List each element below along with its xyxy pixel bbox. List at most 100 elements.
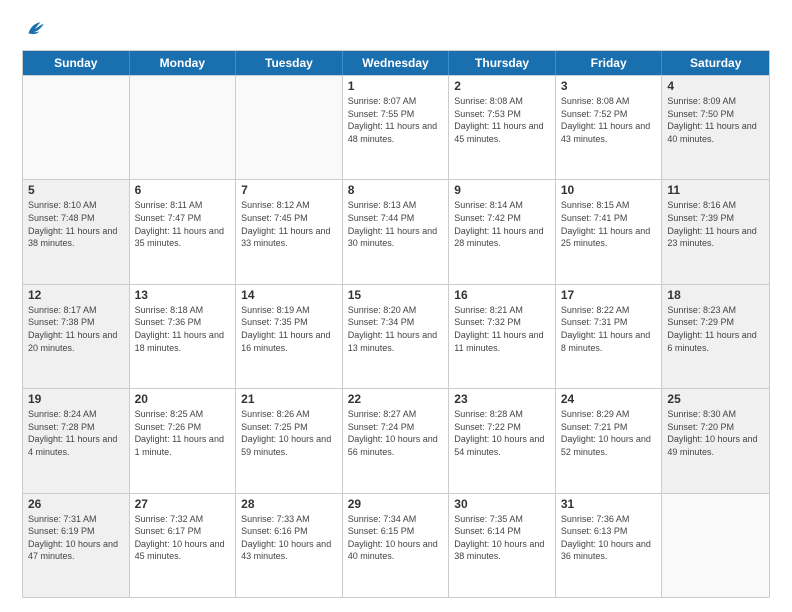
day-number: 31: [561, 497, 657, 511]
day-info: Sunrise: 8:07 AM Sunset: 7:55 PM Dayligh…: [348, 95, 444, 145]
calendar-header-row: SundayMondayTuesdayWednesdayThursdayFrid…: [23, 51, 769, 75]
cal-cell: 17 Sunrise: 8:22 AM Sunset: 7:31 PM Dayli…: [556, 285, 663, 388]
cal-cell: 11 Sunrise: 8:16 AM Sunset: 7:39 PM Dayli…: [662, 180, 769, 283]
day-number: 21: [241, 392, 337, 406]
cal-cell: 13Sunrise: 8:18 AM Sunset: 7:36 PM Dayli…: [130, 285, 237, 388]
day-number: 25: [667, 392, 764, 406]
day-info: Sunrise: 7:36 AM Sunset: 6:13 PM Dayligh…: [561, 513, 657, 563]
day-info: Sunrise: 8:20 AM Sunset: 7:34 PM Dayligh…: [348, 304, 444, 354]
cal-cell: 16 Sunrise: 8:21 AM Sunset: 7:32 PM Dayli…: [449, 285, 556, 388]
day-info: Sunrise: 8:30 AM Sunset: 7:20 PM Dayligh…: [667, 408, 764, 458]
day-info: Sunrise: 8:28 AM Sunset: 7:22 PM Dayligh…: [454, 408, 550, 458]
cal-cell: 30Sunrise: 7:35 AM Sunset: 6:14 PM Dayli…: [449, 494, 556, 597]
cal-header-saturday: Saturday: [662, 51, 769, 75]
cal-cell: 19 Sunrise: 8:24 AM Sunset: 7:28 PM Dayli…: [23, 389, 130, 492]
day-info: Sunrise: 8:29 AM Sunset: 7:21 PM Dayligh…: [561, 408, 657, 458]
day-number: 2: [454, 79, 550, 93]
day-info: Sunrise: 8:21 AM Sunset: 7:32 PM Dayligh…: [454, 304, 550, 354]
cal-cell: 12 Sunrise: 8:17 AM Sunset: 7:38 PM Dayli…: [23, 285, 130, 388]
cal-cell: 7 Sunrise: 8:12 AM Sunset: 7:45 PM Daylig…: [236, 180, 343, 283]
day-info: Sunrise: 8:08 AM Sunset: 7:52 PM Dayligh…: [561, 95, 657, 145]
calendar-page: SundayMondayTuesdayWednesdayThursdayFrid…: [0, 0, 792, 612]
day-info: Sunrise: 8:22 AM Sunset: 7:31 PM Dayligh…: [561, 304, 657, 354]
cal-week-2: 12 Sunrise: 8:17 AM Sunset: 7:38 PM Dayli…: [23, 284, 769, 388]
day-number: 19: [28, 392, 124, 406]
day-info: Sunrise: 8:26 AM Sunset: 7:25 PM Dayligh…: [241, 408, 337, 458]
cal-cell: 28 Sunrise: 7:33 AM Sunset: 6:16 PM Dayli…: [236, 494, 343, 597]
day-number: 30: [454, 497, 550, 511]
cal-week-3: 19 Sunrise: 8:24 AM Sunset: 7:28 PM Dayli…: [23, 388, 769, 492]
cal-cell: 18 Sunrise: 8:23 AM Sunset: 7:29 PM Dayli…: [662, 285, 769, 388]
day-info: Sunrise: 8:23 AM Sunset: 7:29 PM Dayligh…: [667, 304, 764, 354]
cal-cell: 27 Sunrise: 7:32 AM Sunset: 6:17 PM Dayli…: [130, 494, 237, 597]
calendar-body: 1Sunrise: 8:07 AM Sunset: 7:55 PM Daylig…: [23, 75, 769, 597]
day-info: Sunrise: 8:12 AM Sunset: 7:45 PM Dayligh…: [241, 199, 337, 249]
cal-cell: 4Sunrise: 8:09 AM Sunset: 7:50 PM Daylig…: [662, 76, 769, 179]
cal-cell: 9Sunrise: 8:14 AM Sunset: 7:42 PM Daylig…: [449, 180, 556, 283]
day-number: 22: [348, 392, 444, 406]
day-number: 17: [561, 288, 657, 302]
day-number: 7: [241, 183, 337, 197]
cal-cell: 14 Sunrise: 8:19 AM Sunset: 7:35 PM Dayli…: [236, 285, 343, 388]
cal-cell: [130, 76, 237, 179]
cal-cell: 24 Sunrise: 8:29 AM Sunset: 7:21 PM Dayli…: [556, 389, 663, 492]
cal-cell: [236, 76, 343, 179]
day-info: Sunrise: 7:33 AM Sunset: 6:16 PM Dayligh…: [241, 513, 337, 563]
day-number: 23: [454, 392, 550, 406]
day-number: 16: [454, 288, 550, 302]
cal-cell: 26 Sunrise: 7:31 AM Sunset: 6:19 PM Dayli…: [23, 494, 130, 597]
header: [22, 18, 770, 42]
day-number: 27: [135, 497, 231, 511]
cal-cell: 25 Sunrise: 8:30 AM Sunset: 7:20 PM Dayli…: [662, 389, 769, 492]
day-info: Sunrise: 8:17 AM Sunset: 7:38 PM Dayligh…: [28, 304, 124, 354]
cal-cell: [23, 76, 130, 179]
cal-week-4: 26 Sunrise: 7:31 AM Sunset: 6:19 PM Dayli…: [23, 493, 769, 597]
cal-cell: 21 Sunrise: 8:26 AM Sunset: 7:25 PM Dayli…: [236, 389, 343, 492]
day-number: 24: [561, 392, 657, 406]
cal-cell: 23 Sunrise: 8:28 AM Sunset: 7:22 PM Dayli…: [449, 389, 556, 492]
cal-cell: 20Sunrise: 8:25 AM Sunset: 7:26 PM Dayli…: [130, 389, 237, 492]
day-info: Sunrise: 7:32 AM Sunset: 6:17 PM Dayligh…: [135, 513, 231, 563]
cal-header-tuesday: Tuesday: [236, 51, 343, 75]
day-number: 14: [241, 288, 337, 302]
day-number: 12: [28, 288, 124, 302]
calendar: SundayMondayTuesdayWednesdayThursdayFrid…: [22, 50, 770, 598]
cal-week-0: 1Sunrise: 8:07 AM Sunset: 7:55 PM Daylig…: [23, 75, 769, 179]
day-info: Sunrise: 7:31 AM Sunset: 6:19 PM Dayligh…: [28, 513, 124, 563]
day-info: Sunrise: 8:27 AM Sunset: 7:24 PM Dayligh…: [348, 408, 444, 458]
cal-cell: 22 Sunrise: 8:27 AM Sunset: 7:24 PM Dayli…: [343, 389, 450, 492]
day-info: Sunrise: 8:24 AM Sunset: 7:28 PM Dayligh…: [28, 408, 124, 458]
day-number: 18: [667, 288, 764, 302]
cal-cell: 15 Sunrise: 8:20 AM Sunset: 7:34 PM Dayli…: [343, 285, 450, 388]
cal-cell: 6Sunrise: 8:11 AM Sunset: 7:47 PM Daylig…: [130, 180, 237, 283]
day-number: 10: [561, 183, 657, 197]
day-number: 28: [241, 497, 337, 511]
cal-cell: 10 Sunrise: 8:15 AM Sunset: 7:41 PM Dayli…: [556, 180, 663, 283]
day-number: 15: [348, 288, 444, 302]
day-info: Sunrise: 8:19 AM Sunset: 7:35 PM Dayligh…: [241, 304, 337, 354]
day-info: Sunrise: 8:15 AM Sunset: 7:41 PM Dayligh…: [561, 199, 657, 249]
cal-cell: 29 Sunrise: 7:34 AM Sunset: 6:15 PM Dayli…: [343, 494, 450, 597]
day-number: 26: [28, 497, 124, 511]
cal-cell: 1Sunrise: 8:07 AM Sunset: 7:55 PM Daylig…: [343, 76, 450, 179]
day-info: Sunrise: 8:25 AM Sunset: 7:26 PM Dayligh…: [135, 408, 231, 458]
day-info: Sunrise: 8:09 AM Sunset: 7:50 PM Dayligh…: [667, 95, 764, 145]
cal-week-1: 5Sunrise: 8:10 AM Sunset: 7:48 PM Daylig…: [23, 179, 769, 283]
day-number: 13: [135, 288, 231, 302]
day-number: 3: [561, 79, 657, 93]
cal-header-friday: Friday: [556, 51, 663, 75]
day-info: Sunrise: 8:08 AM Sunset: 7:53 PM Dayligh…: [454, 95, 550, 145]
day-info: Sunrise: 8:13 AM Sunset: 7:44 PM Dayligh…: [348, 199, 444, 249]
day-info: Sunrise: 8:14 AM Sunset: 7:42 PM Dayligh…: [454, 199, 550, 249]
cal-cell: 5Sunrise: 8:10 AM Sunset: 7:48 PM Daylig…: [23, 180, 130, 283]
day-info: Sunrise: 7:34 AM Sunset: 6:15 PM Dayligh…: [348, 513, 444, 563]
day-number: 11: [667, 183, 764, 197]
day-number: 29: [348, 497, 444, 511]
cal-header-sunday: Sunday: [23, 51, 130, 75]
cal-cell: [662, 494, 769, 597]
cal-cell: 31 Sunrise: 7:36 AM Sunset: 6:13 PM Dayli…: [556, 494, 663, 597]
cal-header-wednesday: Wednesday: [343, 51, 450, 75]
day-number: 5: [28, 183, 124, 197]
day-info: Sunrise: 8:16 AM Sunset: 7:39 PM Dayligh…: [667, 199, 764, 249]
cal-header-monday: Monday: [130, 51, 237, 75]
